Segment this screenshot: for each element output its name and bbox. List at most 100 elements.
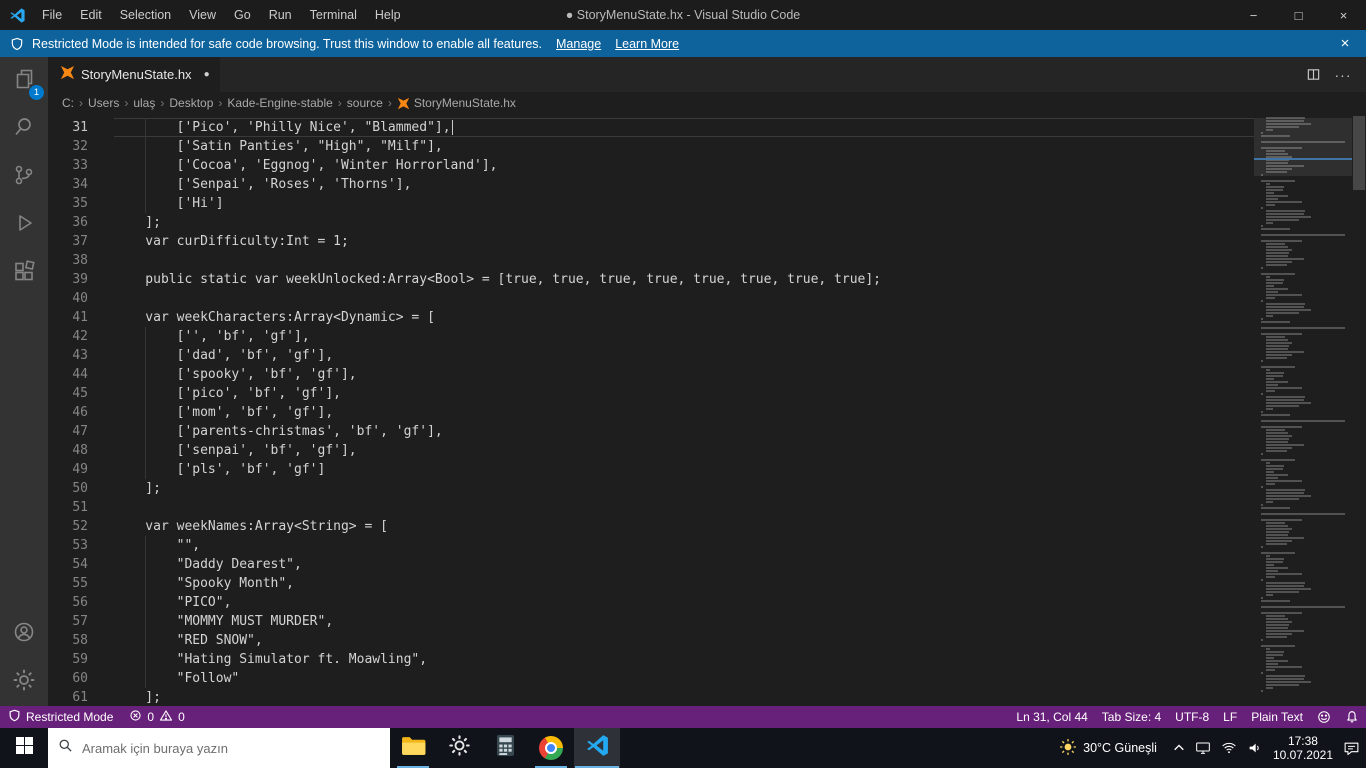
code-line[interactable]: "Daddy Dearest", <box>114 555 1254 574</box>
learn-more-link[interactable]: Learn More <box>615 37 679 51</box>
line-number[interactable]: 31 <box>48 118 114 137</box>
menu-terminal[interactable]: Terminal <box>301 0 366 30</box>
banner-close-icon[interactable]: × <box>1334 35 1356 52</box>
vscode-button[interactable] <box>574 728 620 768</box>
chrome-button[interactable] <box>528 728 574 768</box>
code-line[interactable]: ]; <box>114 213 1254 232</box>
code-line[interactable]: var curDifficulty:Int = 1; <box>114 232 1254 251</box>
line-number[interactable]: 53 <box>48 536 114 555</box>
line-number[interactable]: 45 <box>48 384 114 403</box>
vertical-scrollbar[interactable] <box>1352 114 1366 706</box>
tray-expand-chevron-icon[interactable] <box>1173 742 1185 754</box>
menu-selection[interactable]: Selection <box>111 0 180 30</box>
line-number[interactable]: 33 <box>48 156 114 175</box>
code-line[interactable]: ['senpai', 'bf', 'gf'], <box>114 441 1254 460</box>
menu-go[interactable]: Go <box>225 0 260 30</box>
code-pane[interactable]: ['Pico', 'Philly Nice', "Blammed"], ['Sa… <box>114 114 1254 706</box>
code-line[interactable]: ['spooky', 'bf', 'gf'], <box>114 365 1254 384</box>
code-line[interactable]: var weekCharacters:Array<Dynamic> = [ <box>114 308 1254 327</box>
tab-size-status[interactable]: Tab Size: 4 <box>1095 706 1168 728</box>
problems-status[interactable]: 0 0 <box>121 706 192 728</box>
monitor-icon[interactable] <box>1195 740 1211 756</box>
breadcrumb-item[interactable]: Kade-Engine-stable <box>227 96 332 110</box>
language-mode-status[interactable]: Plain Text <box>1244 706 1310 728</box>
close-button[interactable]: × <box>1321 0 1366 30</box>
encoding-status[interactable]: UTF-8 <box>1168 706 1216 728</box>
line-number[interactable]: 47 <box>48 422 114 441</box>
line-number[interactable]: 32 <box>48 137 114 156</box>
line-number[interactable]: 36 <box>48 213 114 232</box>
start-button[interactable] <box>0 728 48 768</box>
extensions-button[interactable] <box>0 249 48 297</box>
code-line[interactable]: ]; <box>114 688 1254 706</box>
line-number[interactable]: 58 <box>48 631 114 650</box>
line-number[interactable]: 55 <box>48 574 114 593</box>
source-control-button[interactable] <box>0 153 48 201</box>
code-line[interactable]: "", <box>114 536 1254 555</box>
code-line[interactable]: var weekNames:Array<String> = [ <box>114 517 1254 536</box>
code-line[interactable]: ['pico', 'bf', 'gf'], <box>114 384 1254 403</box>
restricted-mode-status[interactable]: Restricted Mode <box>0 706 121 728</box>
code-line[interactable]: ['Satin Panties', "High", "Milf"], <box>114 137 1254 156</box>
minimap[interactable] <box>1254 114 1352 706</box>
taskbar-search[interactable] <box>48 728 390 768</box>
menu-file[interactable]: File <box>33 0 71 30</box>
manage-link[interactable]: Manage <box>556 37 601 51</box>
code-line[interactable]: ['Cocoa', 'Eggnog', 'Winter Horrorland']… <box>114 156 1254 175</box>
code-line[interactable]: ['', 'bf', 'gf'], <box>114 327 1254 346</box>
line-number[interactable]: 41 <box>48 308 114 327</box>
code-line[interactable]: "Follow" <box>114 669 1254 688</box>
calculator-button[interactable] <box>482 728 528 768</box>
line-number[interactable]: 49 <box>48 460 114 479</box>
line-number[interactable]: 57 <box>48 612 114 631</box>
taskbar-search-input[interactable] <box>82 741 380 756</box>
breadcrumb-item[interactable]: source <box>347 96 383 110</box>
network-wifi-icon[interactable] <box>1221 740 1237 756</box>
line-number[interactable]: 38 <box>48 251 114 270</box>
menu-view[interactable]: View <box>180 0 225 30</box>
volume-icon[interactable] <box>1247 740 1263 756</box>
code-line[interactable]: ['Pico', 'Philly Nice', "Blammed"], <box>114 118 1254 137</box>
code-line[interactable]: ['Senpai', 'Roses', 'Thorns'], <box>114 175 1254 194</box>
line-number[interactable]: 60 <box>48 669 114 688</box>
code-line[interactable]: "PICO", <box>114 593 1254 612</box>
line-number[interactable]: 39 <box>48 270 114 289</box>
accounts-button[interactable] <box>0 610 48 658</box>
code-line[interactable]: ['parents-christmas', 'bf', 'gf'], <box>114 422 1254 441</box>
code-line[interactable]: ['mom', 'bf', 'gf'], <box>114 403 1254 422</box>
more-actions-icon[interactable]: ··· <box>1330 62 1356 88</box>
file-explorer-button[interactable] <box>390 728 436 768</box>
line-number[interactable]: 59 <box>48 650 114 669</box>
explorer-button[interactable]: 1 <box>0 57 48 105</box>
line-number[interactable]: 35 <box>48 194 114 213</box>
line-number[interactable]: 46 <box>48 403 114 422</box>
code-line[interactable]: "Spooky Month", <box>114 574 1254 593</box>
line-number[interactable]: 44 <box>48 365 114 384</box>
code-editor[interactable]: 3132333435363738394041424344454647484950… <box>48 114 1366 706</box>
minimap-slider[interactable] <box>1254 118 1352 176</box>
code-line[interactable]: "MOMMY MUST MURDER", <box>114 612 1254 631</box>
breadcrumb-item[interactable]: C: <box>62 96 74 110</box>
weather-widget[interactable]: 30°C Güneşli <box>1053 738 1163 759</box>
line-number[interactable]: 42 <box>48 327 114 346</box>
line-number[interactable]: 54 <box>48 555 114 574</box>
line-number[interactable]: 37 <box>48 232 114 251</box>
line-number[interactable]: 52 <box>48 517 114 536</box>
notifications-bell-icon[interactable] <box>1338 706 1366 728</box>
line-number[interactable]: 43 <box>48 346 114 365</box>
breadcrumb-item[interactable]: Users <box>88 96 119 110</box>
code-line[interactable]: "Hating Simulator ft. Moawling", <box>114 650 1254 669</box>
menu-help[interactable]: Help <box>366 0 410 30</box>
code-line[interactable] <box>114 289 1254 308</box>
action-center-icon[interactable] <box>1343 740 1360 757</box>
code-line[interactable] <box>114 498 1254 517</box>
breadcrumb-item[interactable]: ulaş <box>133 96 155 110</box>
taskbar-clock[interactable]: 17:38 10.07.2021 <box>1273 734 1333 762</box>
line-number[interactable]: 61 <box>48 688 114 707</box>
split-editor-icon[interactable] <box>1300 62 1326 88</box>
eol-status[interactable]: LF <box>1216 706 1244 728</box>
settings-button[interactable] <box>436 728 482 768</box>
menu-run[interactable]: Run <box>260 0 301 30</box>
run-debug-button[interactable] <box>0 201 48 249</box>
line-number[interactable]: 34 <box>48 175 114 194</box>
